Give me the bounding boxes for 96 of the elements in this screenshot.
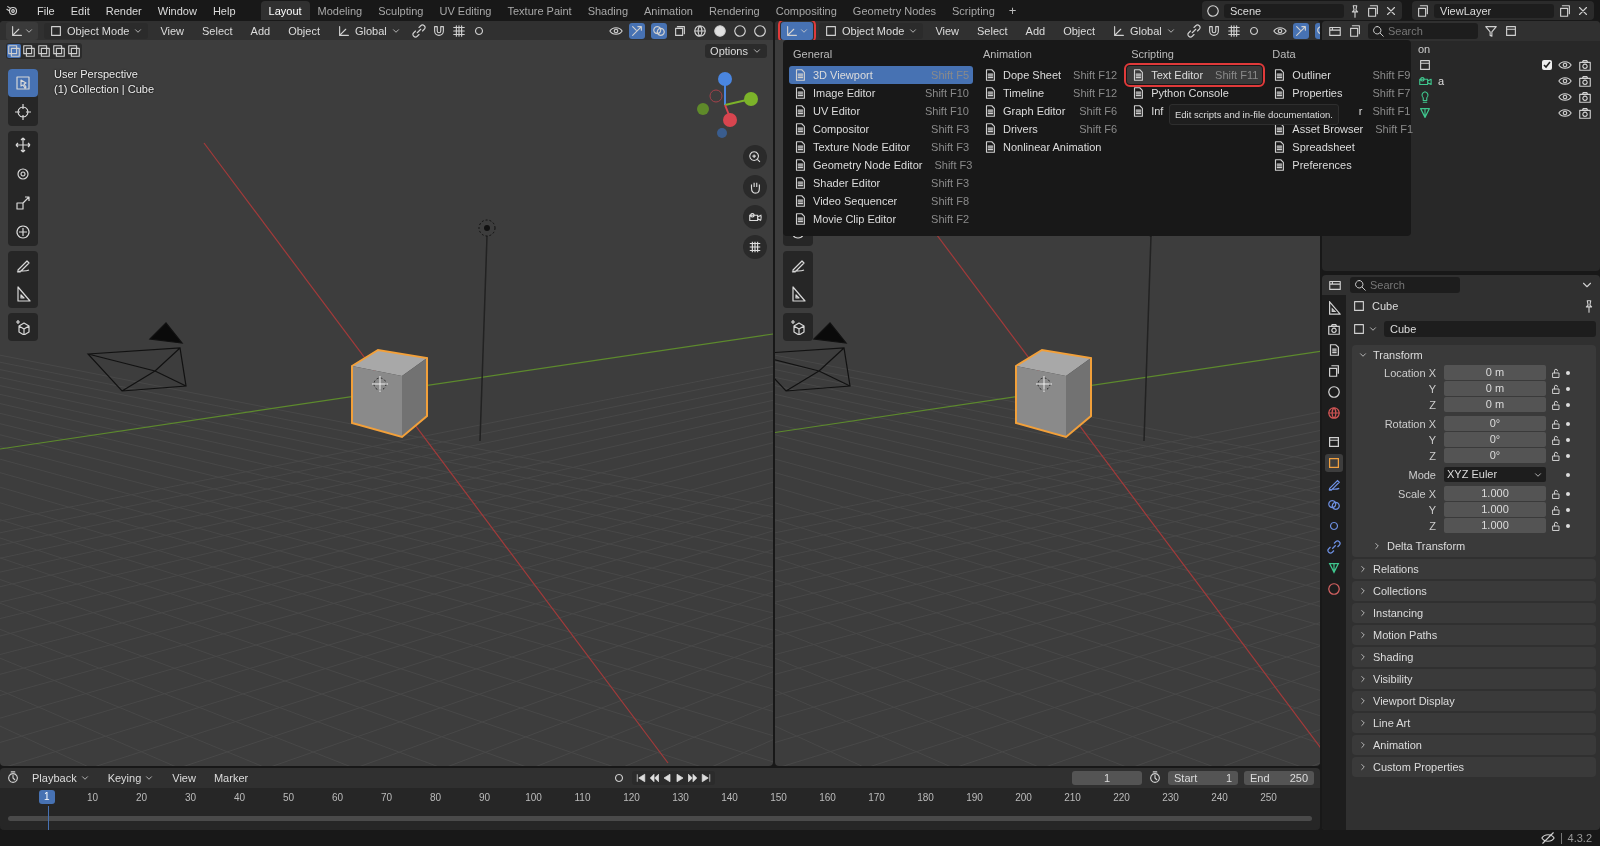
shortcut-text: Shift F6: [1079, 123, 1118, 135]
shortcut-text: Shift F3: [934, 159, 973, 171]
frame-number: 220: [1112, 791, 1131, 803]
frame-number: 20: [134, 791, 149, 803]
field-label: End: [1250, 772, 1270, 784]
menu-item-label: Timeline: [1003, 87, 1045, 99]
shortcut-text: Shift F12: [1073, 87, 1118, 99]
frame-number: 150: [769, 791, 788, 803]
frame-number: 40: [232, 791, 247, 803]
panel-title: Line Art: [1373, 717, 1411, 729]
panel-title: Relations: [1373, 563, 1419, 575]
field-label: Z: [1428, 398, 1436, 411]
frame-number: 210: [1063, 791, 1082, 803]
frame-number: 230: [1161, 791, 1180, 803]
menu-item-label: Nonlinear Animation: [1003, 141, 1102, 153]
menu-item-label: Inf: [1151, 105, 1164, 117]
shortcut-text: Shift F8: [931, 195, 969, 207]
panel-title: Instancing: [1373, 607, 1424, 619]
menu-item-label: Movie Clip Editor: [813, 213, 897, 225]
menu-item-label: Dope Sheet: [1003, 69, 1062, 81]
field-label: Z: [1428, 519, 1436, 532]
frame-number: 90: [477, 791, 492, 803]
shortcut-text: Shift F11: [1215, 69, 1259, 81]
viewport-info-text: (1) Collection | Cube: [54, 83, 155, 95]
menu-item-label: 3D Viewport: [813, 69, 873, 81]
frame-number: 250: [1259, 791, 1278, 803]
object-name: Cube: [1372, 300, 1399, 312]
frame-number: 180: [916, 791, 935, 803]
version-text: 4.3.2: [1567, 832, 1592, 844]
panel-title: Collections: [1373, 585, 1427, 597]
menu-item-label: Video Sequencer: [813, 195, 898, 207]
field-label: Location X: [1383, 366, 1436, 379]
menu-item-label: Graph Editor: [1003, 105, 1066, 117]
frame-number: 110: [573, 791, 592, 803]
panel-title: Delta Transform: [1387, 540, 1466, 552]
field-label: Mode: [1407, 468, 1436, 481]
panel-title: Animation: [1373, 739, 1422, 751]
frame-number: 120: [622, 791, 641, 803]
panel-title: Shading: [1373, 651, 1414, 663]
shortcut-text: Shift F1: [1372, 105, 1411, 117]
frame-number: 30: [183, 791, 198, 803]
menu-heading: Animation: [982, 47, 1033, 62]
frame-number: 80: [428, 791, 443, 803]
shortcut-text: Shift F3: [931, 141, 969, 153]
shortcut-text: Shift F12: [1073, 69, 1118, 81]
field-label: Rotation X: [1383, 417, 1436, 430]
tooltip: Edit scripts and in-file documentation.: [1169, 104, 1339, 125]
frame-number: 200: [1014, 791, 1033, 803]
menu-item-label: Python Console: [1151, 87, 1229, 99]
shortcut-text: Shift F2: [931, 213, 969, 225]
panel-title: Viewport Display: [1373, 695, 1455, 707]
menu-heading: General: [792, 47, 834, 62]
frame-number: 100: [524, 791, 543, 803]
menu-item-label: Texture Node Editor: [813, 141, 911, 153]
shortcut-text: Shift F10: [924, 105, 969, 117]
field-label: Y: [1427, 503, 1436, 516]
frame-number: 10: [85, 791, 100, 803]
menu-item-label: UV Editor: [813, 105, 861, 117]
menu-item-label: Drivers: [1003, 123, 1038, 135]
frame-number: 190: [965, 791, 984, 803]
menu-heading: Data: [1271, 47, 1297, 62]
menu-item-label: Geometry Node Editor: [813, 159, 923, 171]
frame-number: 160: [818, 791, 837, 803]
menu-heading: Scripting: [1130, 47, 1175, 62]
frame-number: 70: [379, 791, 394, 803]
panel-title: Custom Properties: [1373, 761, 1465, 773]
menu-item-label: r: [1358, 105, 1363, 117]
shortcut-text: Shift F6: [1079, 105, 1118, 117]
field-label: Scale X: [1397, 487, 1436, 500]
shortcut-text: Shift F9: [1372, 69, 1411, 81]
field-label: Start: [1174, 772, 1198, 784]
field-label: Y: [1427, 382, 1436, 395]
frame-number: 140: [720, 791, 739, 803]
field-value: 250: [1289, 772, 1308, 784]
field-value: 1: [1225, 772, 1232, 784]
frame-number: 60: [330, 791, 345, 803]
frame-number: 170: [867, 791, 886, 803]
viewport-info-text: User Perspective: [54, 68, 139, 80]
menu-item-label: Compositor: [813, 123, 870, 135]
menu-item-label: Shader Editor: [813, 177, 881, 189]
frame-number: 240: [1210, 791, 1229, 803]
frame-number: 50: [281, 791, 296, 803]
shortcut-text: Shift F3: [931, 123, 969, 135]
panel-title: Visibility: [1373, 673, 1413, 685]
shortcut-text: Shift F7: [1372, 87, 1411, 99]
panel-title: Motion Paths: [1373, 629, 1438, 641]
shortcut-text: Shift F10: [924, 87, 969, 99]
panel-title: Transform: [1373, 349, 1423, 361]
menu-item-label: Image Editor: [813, 87, 876, 99]
shortcut-text: Shift F1: [1375, 123, 1414, 135]
menu-item-label: Text Editor: [1151, 69, 1204, 81]
field-label: Z: [1428, 449, 1436, 462]
shortcut-text: Shift F3: [931, 177, 969, 189]
field-label: Y: [1427, 433, 1436, 446]
frame-number: 130: [671, 791, 690, 803]
shortcut-text: Shift F5: [931, 69, 969, 81]
